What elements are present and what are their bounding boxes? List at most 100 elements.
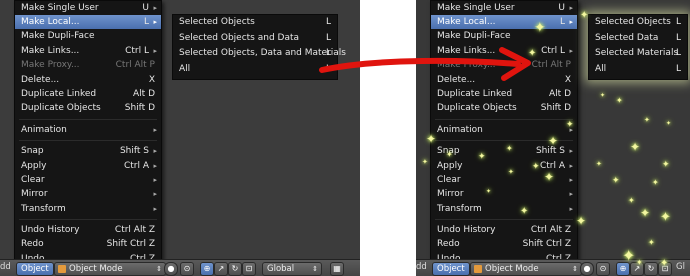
shading-icon[interactable]: ● (580, 262, 594, 276)
menu-item-duplicate-linked[interactable]: Duplicate Linked Alt D (15, 87, 161, 101)
menu-item-label: Snap (437, 146, 460, 157)
menu-item-animation[interactable]: Animation ▸ (431, 123, 577, 137)
menu-item-make-single-user[interactable]: Make Single User U ▸ (431, 1, 577, 15)
menu-item-transform[interactable]: Transform ▸ (431, 202, 577, 216)
menu-item-make-local[interactable]: Make Local... L ▸ (15, 15, 161, 30)
sparkle-icon: ✦ (662, 160, 670, 170)
menu-separator (435, 140, 573, 142)
submenu-item-selected-data[interactable]: Selected Data L (589, 31, 687, 47)
rotate-icon[interactable]: ↻ (228, 262, 242, 276)
menu-item-label: Snap (21, 146, 44, 157)
menu-item-label: Redo (21, 239, 44, 250)
translate-icon[interactable]: ↗ (214, 262, 228, 276)
menu-item-label: Undo History (21, 225, 80, 236)
submenu-item-selected-objects-and-data[interactable]: Selected Objects and Data L (173, 31, 337, 47)
menu-item-undo-history[interactable]: Undo History Ctrl Alt Z (431, 223, 577, 237)
submenu-item-selected-objects[interactable]: Selected Objects L (589, 15, 687, 31)
menu-item-shortcut: Shift Ctrl Z (522, 239, 571, 250)
menu-item-label: Make Local... (437, 17, 496, 27)
submenu-item-selected-materials[interactable]: Selected Materials L (589, 46, 687, 62)
submenu-arrow-icon: ▸ (569, 4, 573, 12)
menu-item-label: All (595, 63, 607, 74)
menu-separator (19, 140, 157, 142)
submenu-arrow-icon: ▸ (153, 190, 157, 199)
object-menu-button[interactable]: Object (432, 262, 470, 276)
menu-item-shortcut: Alt D (133, 88, 155, 99)
sparkle-icon: ✦ (600, 92, 606, 99)
submenu-item-selected-objects-data-materials[interactable]: Selected Objects, Data and Materials L (173, 46, 346, 62)
sparkle-icon: ✦ (596, 160, 602, 168)
menu-item-apply[interactable]: Apply Ctrl A ▸ (431, 159, 577, 173)
menu-item-mirror[interactable]: Mirror ▸ (15, 187, 161, 201)
menu-item-label: Mirror (437, 189, 464, 200)
menu-item-label: Make Links... (21, 45, 80, 56)
menu-item-apply[interactable]: Apply Ctrl A ▸ (15, 159, 161, 173)
orientation-label: Global (267, 264, 295, 274)
menu-item-label: Transform (21, 203, 66, 214)
sparkle-icon: ✦ (630, 140, 641, 154)
menu-item-clear[interactable]: Clear ▸ (431, 173, 577, 187)
menu-separator (19, 219, 157, 221)
pivot-icon[interactable]: ⊙ (596, 262, 610, 276)
object-mode-icon (474, 265, 482, 273)
menu-item-shortcut: L (675, 32, 681, 43)
menu-item-shortcut: Shift D (124, 103, 155, 114)
sparkle-icon: ✦ (616, 96, 623, 105)
menu-item-shortcut: U (142, 3, 149, 13)
menu-item-label: Duplicate Objects (21, 103, 101, 114)
menu-item-shortcut: Ctrl Alt Z (530, 225, 571, 236)
mode-selector[interactable]: Object Mode ⇕ (470, 262, 582, 276)
menu-item-animation[interactable]: Animation ▸ (15, 123, 161, 137)
scale-icon[interactable]: ⊡ (658, 262, 672, 276)
submenu-arrow-icon: ▸ (569, 125, 573, 134)
mode-label: Object Mode (69, 264, 123, 274)
menu-item-undo-history[interactable]: Undo History Ctrl Alt Z (15, 223, 161, 237)
menu-item-make-dupli-face[interactable]: Make Dupli-Face (15, 29, 161, 43)
object-menu-button[interactable]: Object (16, 262, 54, 276)
menu-item-label: Make Single User (437, 3, 515, 13)
menu-item-clear[interactable]: Clear ▸ (15, 173, 161, 187)
menu-item-make-single-user[interactable]: Make Single User U ▸ (15, 1, 161, 15)
menu-item-shortcut: L (675, 63, 681, 74)
manipulator-icon[interactable]: ⊕ (200, 262, 214, 276)
menu-item-shortcut: L (325, 17, 331, 27)
submenu-item-all[interactable]: All L (589, 62, 687, 78)
menu-item-make-local[interactable]: Make Local... L ▸ (431, 15, 577, 30)
submenu-arrow-icon: ▸ (569, 18, 573, 26)
menu-item-label: Redo (437, 239, 460, 250)
menu-item-make-proxy[interactable]: Make Proxy... Ctrl Alt P (15, 58, 161, 72)
menu-item-redo[interactable]: Redo Shift Ctrl Z (15, 237, 161, 251)
menu-item-label: Apply (437, 160, 463, 171)
scale-icon[interactable]: ⊡ (242, 262, 256, 276)
menu-item-shortcut: L (675, 17, 681, 27)
submenu-item-all[interactable]: All L (173, 62, 337, 78)
menu-item-duplicate-objects[interactable]: Duplicate Objects Shift D (431, 101, 577, 115)
menu-item-redo[interactable]: Redo Shift Ctrl Z (431, 237, 577, 251)
sparkle-icon: ✦ (628, 196, 635, 205)
menu-item-transform[interactable]: Transform ▸ (15, 202, 161, 216)
header-edge-text: dd (416, 262, 427, 272)
menu-item-make-links[interactable]: Make Links... Ctrl L ▸ (15, 44, 161, 58)
pivot-icon[interactable]: ⊙ (180, 262, 194, 276)
submenu-arrow-icon: ▸ (569, 46, 573, 55)
menu-item-duplicate-objects[interactable]: Duplicate Objects Shift D (15, 101, 161, 115)
sparkle-icon: ✦ (644, 116, 650, 124)
menu-item-label: Selected Materials (595, 48, 679, 58)
manipulator-icon[interactable]: ⊕ (616, 262, 630, 276)
orientation-selector[interactable]: Global ⇕ (262, 262, 322, 276)
menu-item-delete[interactable]: Delete... X (15, 73, 161, 87)
shading-icon[interactable]: ● (164, 262, 178, 276)
mode-selector[interactable]: Object Mode ⇕ (54, 262, 166, 276)
rotate-icon[interactable]: ↻ (644, 262, 658, 276)
menu-item-shortcut: Ctrl Alt P (115, 60, 155, 71)
layers-icon[interactable]: ▦ (330, 262, 344, 276)
menu-item-label: Make Local... (21, 17, 80, 27)
menu-item-snap[interactable]: Snap Shift S ▸ (431, 144, 577, 158)
menu-item-mirror[interactable]: Mirror ▸ (431, 187, 577, 201)
object-mode-icon (58, 265, 66, 273)
menu-item-label: Animation (437, 124, 483, 135)
sparkle-icon: ✦ (652, 178, 659, 187)
translate-icon[interactable]: ↗ (630, 262, 644, 276)
submenu-item-selected-objects[interactable]: Selected Objects L (173, 15, 337, 31)
menu-item-snap[interactable]: Snap Shift S ▸ (15, 144, 161, 158)
